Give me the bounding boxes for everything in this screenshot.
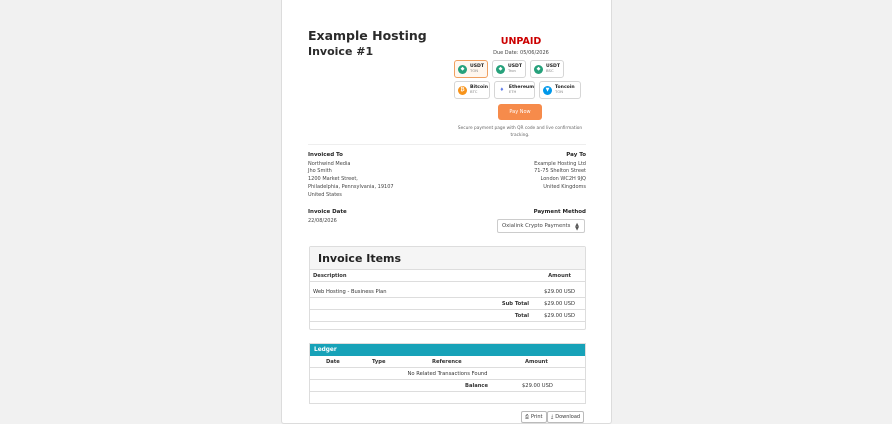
- pay-to-block: Pay To Example Hosting Ltd 71-75 Shelton…: [486, 152, 586, 192]
- coin-option-toncoin[interactable]: ▼ Toncoin TON: [539, 81, 581, 99]
- print-label: Print: [531, 414, 543, 420]
- payment-method-heading: Payment Method: [533, 209, 586, 215]
- pay-to-line: 71-75 Shelton Street: [534, 168, 586, 175]
- coin-option-ethereum[interactable]: ♦ Ethereum ETH: [494, 81, 535, 99]
- item-amount: $29.00 USD: [544, 289, 575, 295]
- divider: [308, 144, 586, 145]
- invoiced-to-line: Philadelphia, Pennsylvania, 19107: [308, 183, 394, 190]
- ledger-col-type: Type: [372, 359, 386, 365]
- invoice-card: Example Hosting Invoice #1 UNPAID Due Da…: [281, 0, 612, 424]
- tether-icon: ◆: [534, 64, 543, 74]
- invoiced-to-line: United States: [308, 191, 342, 198]
- ledger-col-reference: Reference: [432, 359, 462, 365]
- coin-option-usdt-tron[interactable]: ◆ USDT Tron: [492, 60, 526, 78]
- invoiced-to-heading: Invoiced To: [308, 152, 343, 158]
- ethereum-icon: ♦: [498, 85, 506, 95]
- table-header: Description Amount: [310, 270, 585, 282]
- pay-to-line: London WC2H 9JQ: [540, 176, 586, 183]
- ledger-empty-row: No Related Transactions Found: [310, 368, 585, 380]
- table-row: Web Hosting - Business Plan $29.00 USD: [310, 286, 585, 298]
- invoice-date-block: Invoice Date 22/08/2026: [308, 209, 347, 225]
- pay-to-line: Example Hosting Ltd: [534, 160, 586, 167]
- secure-payment-note: Secure payment page with QR code and liv…: [457, 126, 583, 138]
- ledger-balance-row: Balance $29.00 USD: [310, 380, 585, 392]
- tether-icon: ◆: [458, 64, 467, 74]
- pay-now-button[interactable]: Pay Now: [498, 104, 542, 120]
- invoice-items-title: Invoice Items: [310, 247, 585, 270]
- payment-method-select[interactable]: Oxialink Crypto Payments ▲ ▼: [497, 219, 585, 233]
- total-row: Total $29.00 USD: [310, 310, 585, 322]
- column-description: Description: [313, 273, 347, 279]
- balance-label: Balance: [465, 383, 489, 389]
- invoiced-to-block: Invoiced To Northwind Media Jho Smith 12…: [308, 152, 394, 199]
- payment-method-block: Payment Method: [486, 209, 586, 218]
- subtotal-value: $29.00 USD: [544, 301, 575, 307]
- ledger-header: Date Type Reference Amount: [310, 356, 585, 368]
- balance-value: $29.00 USD: [522, 383, 553, 389]
- download-label: Download: [555, 414, 581, 420]
- due-date: Due Date: 05/06/2026: [493, 50, 549, 56]
- company-name: Example Hosting: [308, 28, 427, 43]
- invoice-number: Invoice #1: [308, 45, 374, 58]
- printer-icon: ⎙: [525, 414, 530, 420]
- coin-option-bitcoin[interactable]: ₿ Bitcoin BTC: [454, 81, 490, 99]
- ledger-panel: Ledger Date Type Reference Amount No Rel…: [309, 343, 586, 404]
- coin-option-usdt-bsc[interactable]: ◆ USDT BSC: [530, 60, 564, 78]
- invoiced-to-line: Northwind Media: [308, 160, 351, 167]
- ledger-empty-message: No Related Transactions Found: [407, 371, 488, 377]
- subtotal-label: Sub Total: [501, 301, 529, 307]
- print-button[interactable]: ⎙ Print: [521, 411, 547, 423]
- payment-method-selected: Oxialink Crypto Payments: [502, 223, 571, 229]
- ledger-col-amount: Amount: [525, 359, 548, 365]
- column-amount: Amount: [548, 273, 571, 279]
- pay-to-heading: Pay To: [566, 152, 586, 158]
- invoice-date-heading: Invoice Date: [308, 209, 347, 215]
- toncoin-icon: ▼: [543, 85, 552, 95]
- tether-icon: ◆: [496, 64, 505, 74]
- invoiced-to-line: Jho Smith: [308, 168, 332, 175]
- status-badge: UNPAID: [500, 36, 542, 47]
- subtotal-row: Sub Total $29.00 USD: [310, 298, 585, 310]
- total-value: $29.00 USD: [544, 313, 575, 319]
- coin-option-usdt-ton[interactable]: ◆ USDT TON: [454, 60, 488, 78]
- total-label: Total: [514, 313, 529, 319]
- ledger-col-date: Date: [326, 359, 340, 365]
- download-icon: ⤓: [551, 414, 554, 420]
- invoice-date-value: 22/08/2026: [308, 217, 337, 224]
- pay-to-line: United Kingdoms: [543, 183, 586, 190]
- download-button[interactable]: ⤓ Download: [547, 411, 585, 423]
- invoiced-to-line: 1200 Market Street,: [308, 176, 358, 183]
- item-description: Web Hosting - Business Plan: [313, 289, 387, 295]
- bitcoin-icon: ₿: [458, 85, 467, 95]
- invoice-items-panel: Invoice Items Description Amount Web Hos…: [309, 246, 586, 330]
- ledger-title: Ledger: [310, 344, 585, 356]
- sort-arrows-icon: ▲ ▼: [575, 222, 579, 232]
